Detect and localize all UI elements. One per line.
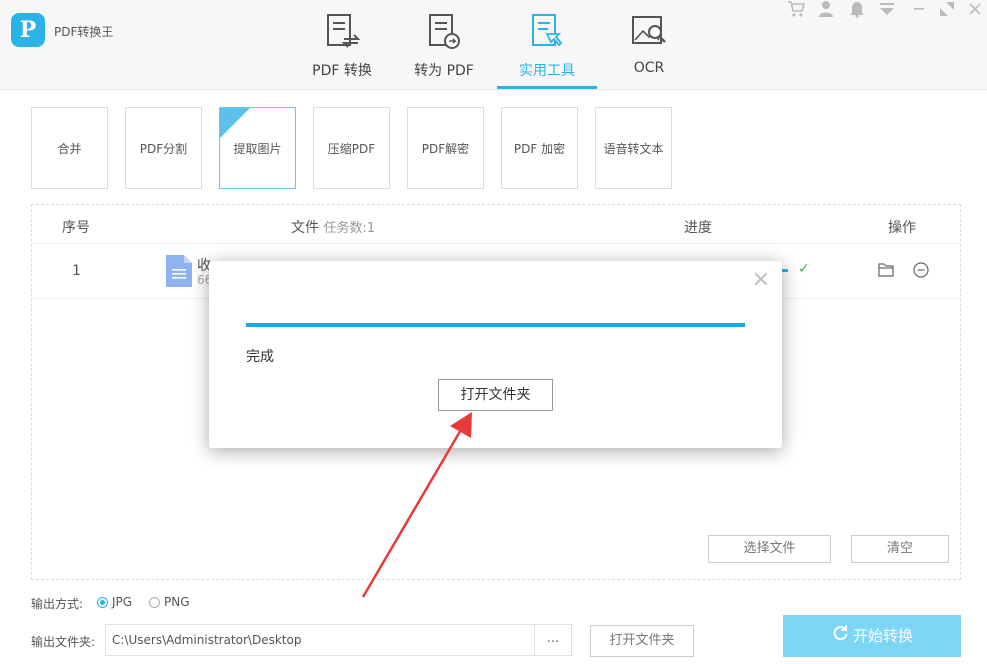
annotation-arrow xyxy=(361,412,472,598)
